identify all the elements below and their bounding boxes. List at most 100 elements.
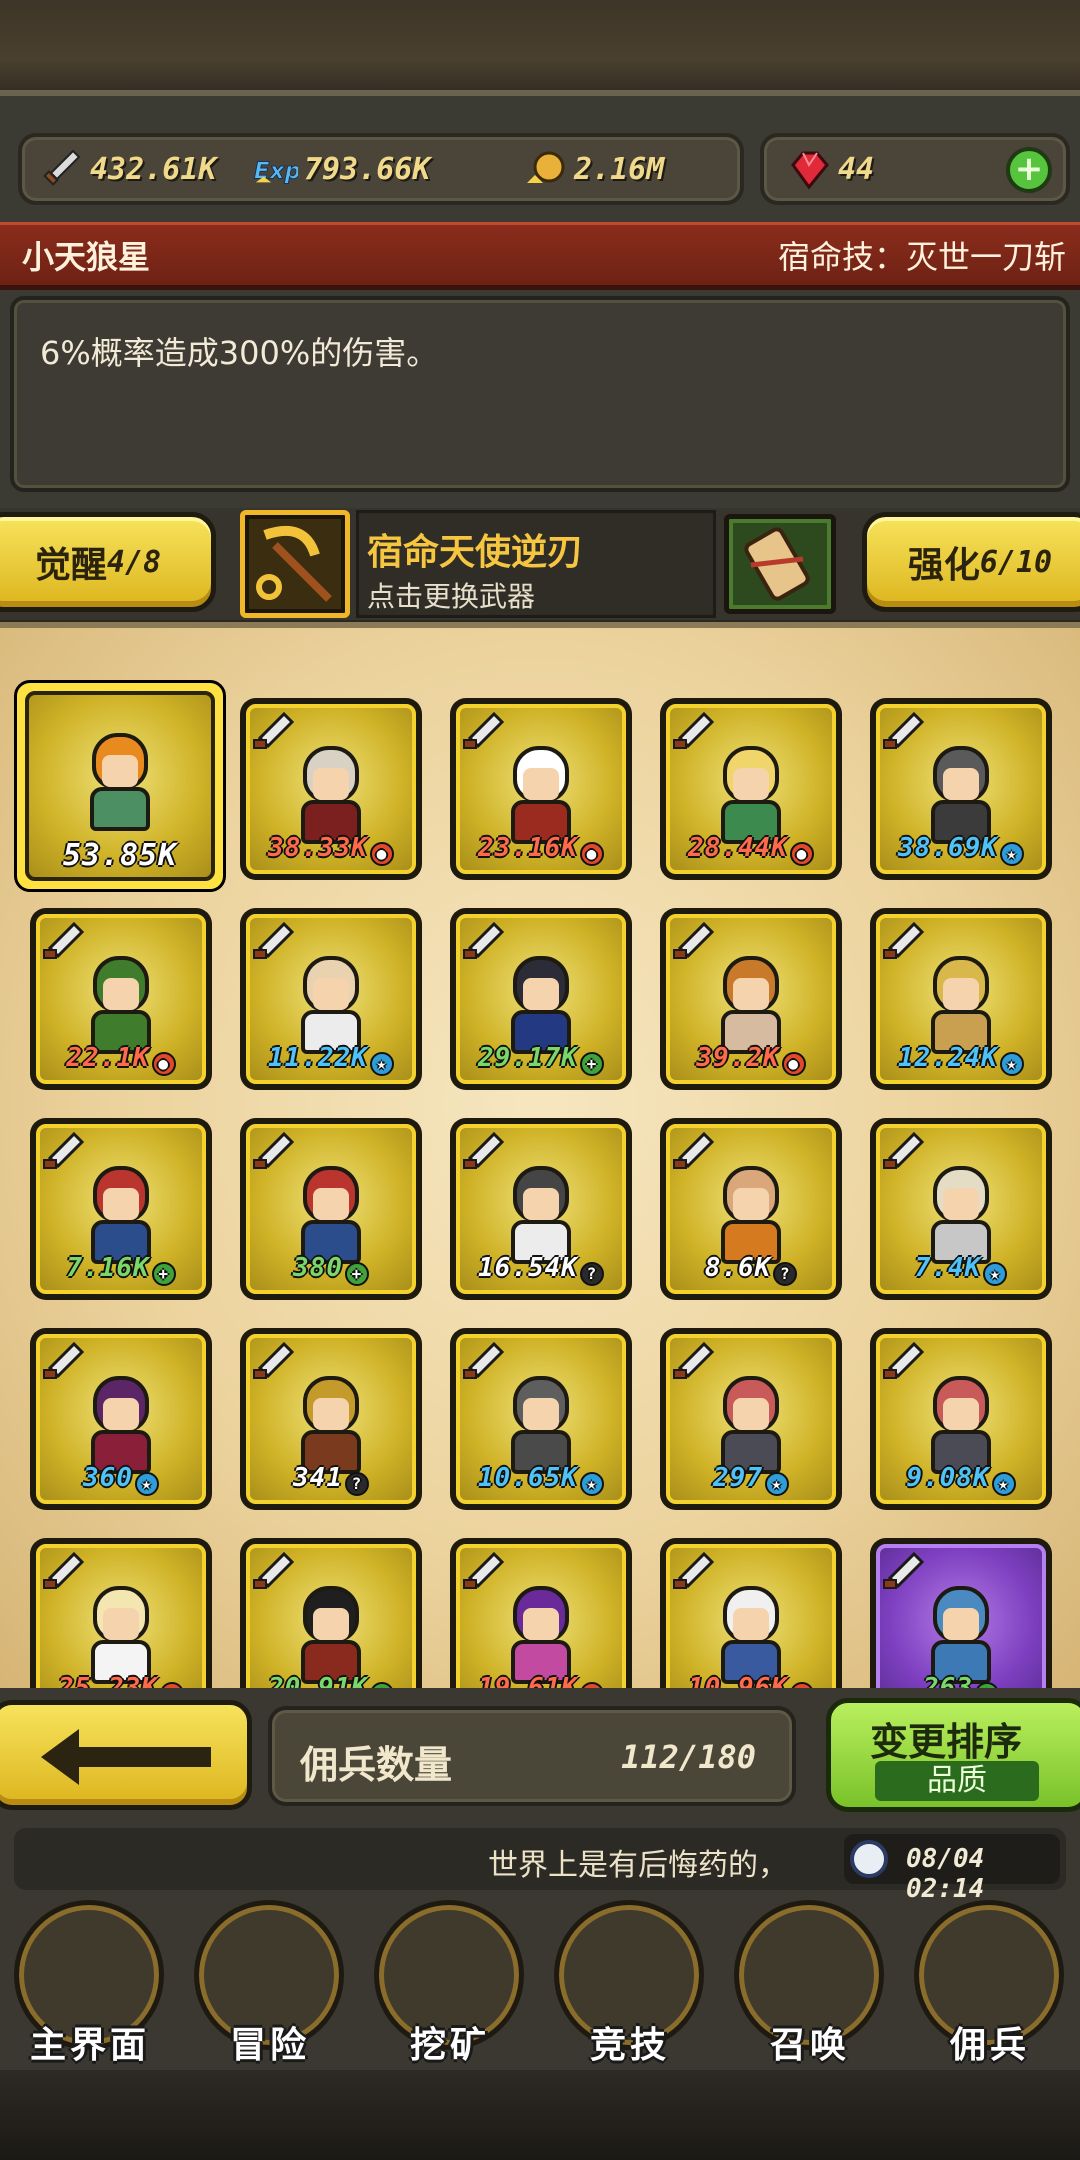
mercenary-card[interactable]: 360 ★ [30, 1328, 212, 1510]
mercenary-card[interactable]: 29.17K + [450, 908, 632, 1090]
mercenary-power: 25.23K● [40, 1673, 202, 1688]
mercenary-card[interactable]: 39.2K ● [660, 908, 842, 1090]
mercenary-power: 39.2K ● [670, 1043, 832, 1076]
mercenary-portrait [495, 742, 587, 846]
power-value: 28.44K [688, 833, 788, 863]
mercenary-card-inner: 7.4K ★ [876, 1124, 1046, 1294]
mercenary-card-selected[interactable]: 53.85K [14, 680, 226, 892]
unknown-element-icon: ? [579, 1262, 604, 1286]
portrait-face [733, 978, 769, 1010]
mercenary-card[interactable]: 12.24K ★ [870, 908, 1052, 1090]
mercenary-card[interactable]: 28.44K ● [660, 698, 842, 880]
unknown-element-icon: ? [773, 1262, 798, 1286]
skill-scroll-icon[interactable] [724, 514, 836, 614]
mercenary-card-inner: 11.22K ★ [246, 914, 416, 1084]
mercenary-card[interactable]: 25.23K● [30, 1538, 212, 1688]
back-button[interactable] [0, 1700, 252, 1810]
mercenary-card[interactable]: 9.08K ★ [870, 1328, 1052, 1510]
nav-label: 竞技 [589, 2025, 670, 2066]
mercenary-card[interactable]: 19.61K● [450, 1538, 632, 1688]
nav-item-0[interactable]: 主界面 [0, 1900, 180, 2080]
mercenary-card[interactable]: 16.54K? [450, 1118, 632, 1300]
mercenary-power: 380 + [250, 1253, 412, 1286]
mercenary-card[interactable]: 7.4K ★ [870, 1118, 1052, 1300]
hero-title-bar: 小天狼星 宿命技：灭世一刀斩 [0, 222, 1080, 290]
mercenary-card-inner: 8.6K? [666, 1124, 836, 1294]
power-value: 12.24K [898, 1043, 998, 1073]
mercenary-card[interactable]: 7.16K + [30, 1118, 212, 1300]
mercenary-portrait [915, 1372, 1007, 1476]
mercenary-portrait [75, 1582, 167, 1686]
nav-item-4[interactable]: 召唤 [720, 1900, 900, 2080]
mercenary-card[interactable]: 11.22K ★ [240, 908, 422, 1090]
mercenary-power: 7.16K + [40, 1253, 202, 1286]
mercenary-card[interactable]: 10.96K● [660, 1538, 842, 1688]
nav-item-1[interactable]: 冒险 [180, 1900, 360, 2080]
mercenary-card[interactable]: 23.16K ● [450, 698, 632, 880]
mercenary-card[interactable]: 380 + [240, 1118, 422, 1300]
water-element-icon: ★ [579, 1472, 604, 1496]
portrait-face [103, 978, 139, 1010]
mercenary-card[interactable]: 341? [240, 1328, 422, 1510]
fate-skill-label: 宿命技：灭世一刀斩 [777, 238, 1066, 276]
mercenary-portrait [705, 742, 797, 846]
mercenary-power: 19.61K● [460, 1673, 622, 1688]
water-element-icon: ★ [764, 1472, 789, 1496]
attack-resource: 432.61K [38, 137, 216, 201]
mercenary-card-inner: 360 ★ [36, 1334, 206, 1504]
nav-item-5[interactable]: 佣兵 [900, 1900, 1080, 2080]
resource-bar: 432.61K Exp 793.66K 2.16M [18, 133, 744, 205]
portrait-face [943, 978, 979, 1010]
mercenary-power: 16.54K? [460, 1253, 622, 1286]
portrait-face [313, 1188, 349, 1220]
nav-label: 冒险 [229, 2025, 310, 2066]
mercenary-card-inner: 28.44K ● [666, 704, 836, 874]
nav-label: 挖矿 [409, 2025, 490, 2066]
enhance-button[interactable]: 强化 6/10 [862, 512, 1080, 612]
skill-description: 6%概率造成300%的伤害。 [40, 334, 439, 372]
wind-element-icon: + [151, 1262, 176, 1286]
mercenary-power: 23.16K ● [460, 833, 622, 866]
portrait-face [103, 1188, 139, 1220]
portrait-face [103, 1398, 139, 1430]
nav-item-3[interactable]: 竞技 [540, 1900, 720, 2080]
ticker-message: 世界上是有后悔药的， [488, 1848, 788, 1883]
gold-resource: 2.16M [522, 137, 664, 201]
mercenary-card-inner: 20.91K+ [246, 1544, 416, 1688]
weapon-scythe-icon[interactable] [240, 510, 350, 618]
portrait-face [313, 1608, 349, 1640]
sort-mode: 品质 [875, 1761, 1039, 1801]
power-value: 7.4K [914, 1253, 982, 1283]
mercenary-portrait [75, 952, 167, 1056]
weapon-name: 宿命天使逆刃 [367, 532, 584, 573]
mercenary-card[interactable]: 38.69K ★ [870, 698, 1052, 880]
mercenary-card[interactable]: 263+ [870, 1538, 1052, 1688]
mercenary-card[interactable]: 297 ★ [660, 1328, 842, 1510]
mercenary-card-inner: 23.16K ● [456, 704, 626, 874]
power-value: 10.65K [478, 1463, 578, 1493]
mercenary-card[interactable]: 10.65K ★ [450, 1328, 632, 1510]
mercenary-card[interactable]: 38.33K ● [240, 698, 422, 880]
weapon-info[interactable]: 宿命天使逆刃 点击更换武器 [356, 510, 716, 618]
awaken-label: 觉醒 [34, 545, 107, 586]
mercenary-portrait [915, 952, 1007, 1056]
fire-element-icon: ● [781, 1052, 806, 1076]
mercenary-power: 10.65K ★ [460, 1463, 622, 1496]
mercenary-card-inner: 16.54K? [456, 1124, 626, 1294]
mercenary-card[interactable]: 8.6K? [660, 1118, 842, 1300]
nav-item-2[interactable]: 挖矿 [360, 1900, 540, 2080]
ground-strip [0, 2070, 1080, 2160]
mercenary-portrait [285, 1372, 377, 1476]
back-arrow-icon [41, 1729, 211, 1785]
portrait-face [313, 768, 349, 800]
water-element-icon: ★ [999, 842, 1024, 866]
mercenary-portrait [495, 1162, 587, 1266]
mercenary-card[interactable]: 22.1K ● [30, 908, 212, 1090]
power-value: 341 [293, 1463, 343, 1493]
add-gems-button[interactable]: + [1006, 147, 1052, 193]
mercenary-count-value: 112/180 [621, 1738, 756, 1776]
awaken-button[interactable]: 觉醒 4/8 [0, 512, 216, 612]
change-sort-button[interactable]: 变更排序 品质 [826, 1698, 1080, 1812]
mercenary-card[interactable]: 20.91K+ [240, 1538, 422, 1688]
fire-element-icon: ● [789, 842, 814, 866]
